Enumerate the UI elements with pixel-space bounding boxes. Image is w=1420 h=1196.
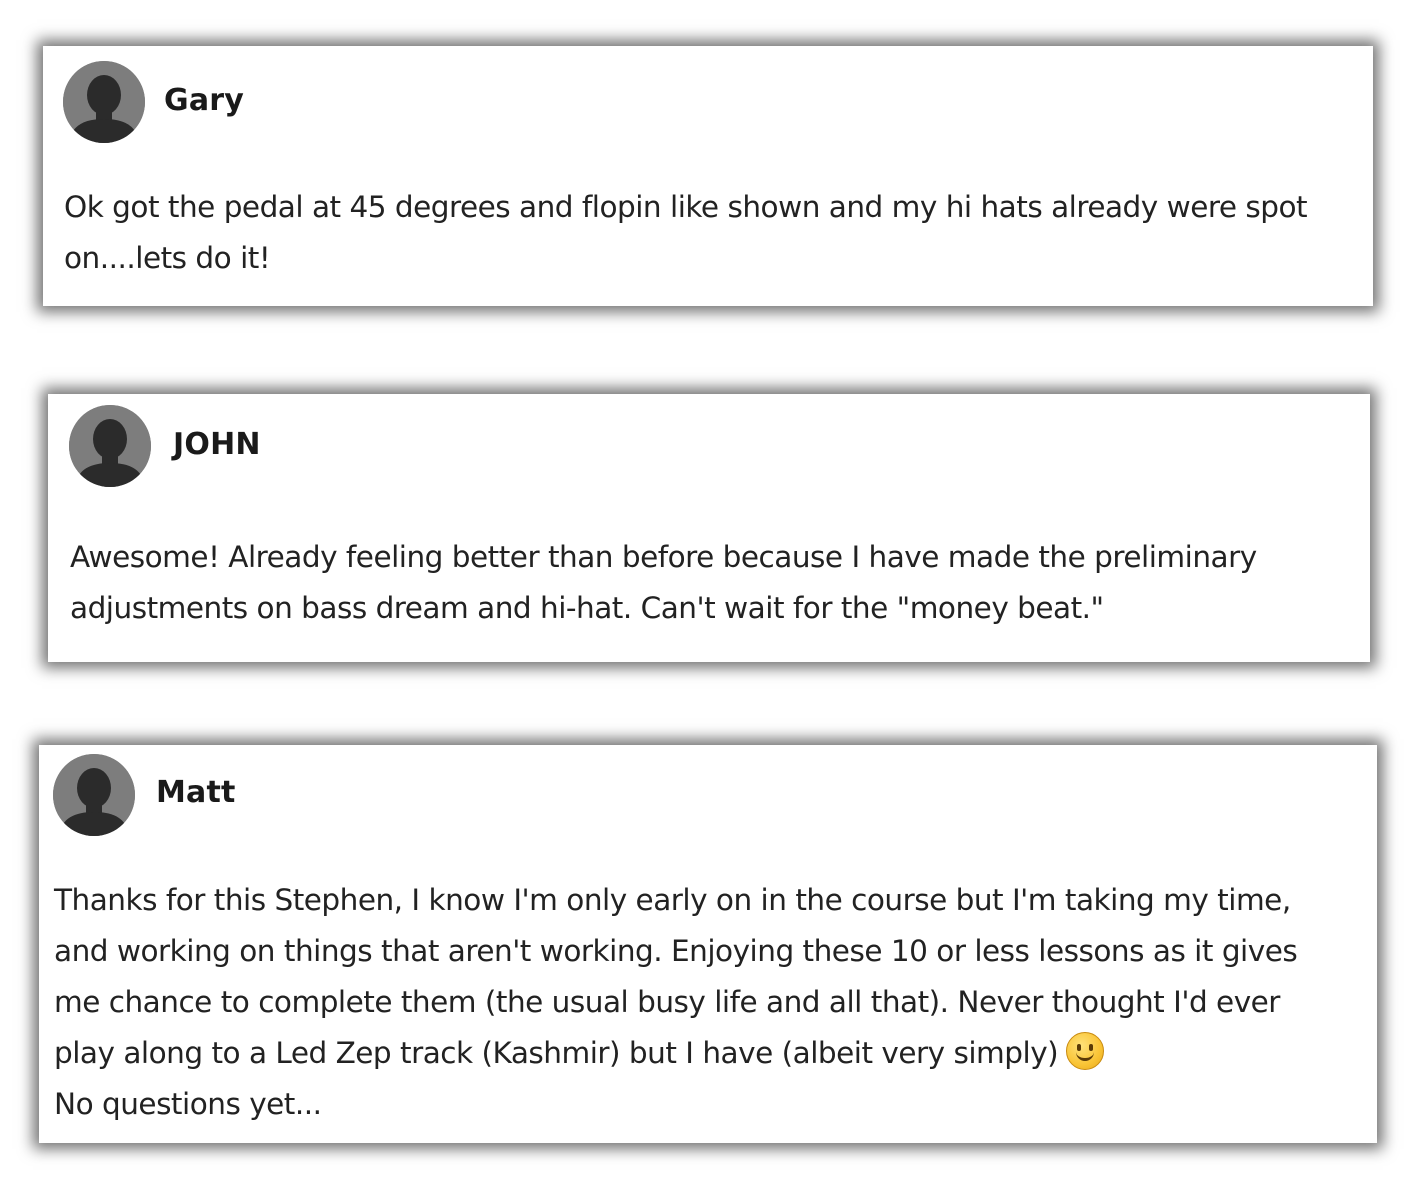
user-silhouette-icon[interactable] [53,754,135,836]
slightly-smiling-face-icon [1066,1032,1105,1070]
comment-text: Ok got the pedal at 45 degrees and flopi… [64,190,1308,275]
comment-text: Thanks for this Stephen, I know I'm only… [54,875,1364,1130]
comment-text-main: Thanks for this Stephen, I know I'm only… [54,883,1298,1070]
comments-page: Gary Ok got the pedal at 45 degrees and … [0,0,1420,1196]
comment-card: JOHN Awesome! Already feeling better tha… [48,394,1370,662]
comment-card: Matt Thanks for this Stephen, I know I'm… [39,745,1377,1143]
comment-text: Awesome! Already feeling better than bef… [70,540,1257,625]
user-silhouette-icon[interactable] [63,61,145,143]
comment-author[interactable]: Gary [164,86,244,116]
comment-author[interactable]: JOHN [173,430,261,460]
user-silhouette-icon[interactable] [69,405,151,487]
comment-card: Gary Ok got the pedal at 45 degrees and … [43,46,1373,306]
comment-author[interactable]: Matt [156,778,236,808]
comment-text-tail: No questions yet... [54,1087,322,1121]
